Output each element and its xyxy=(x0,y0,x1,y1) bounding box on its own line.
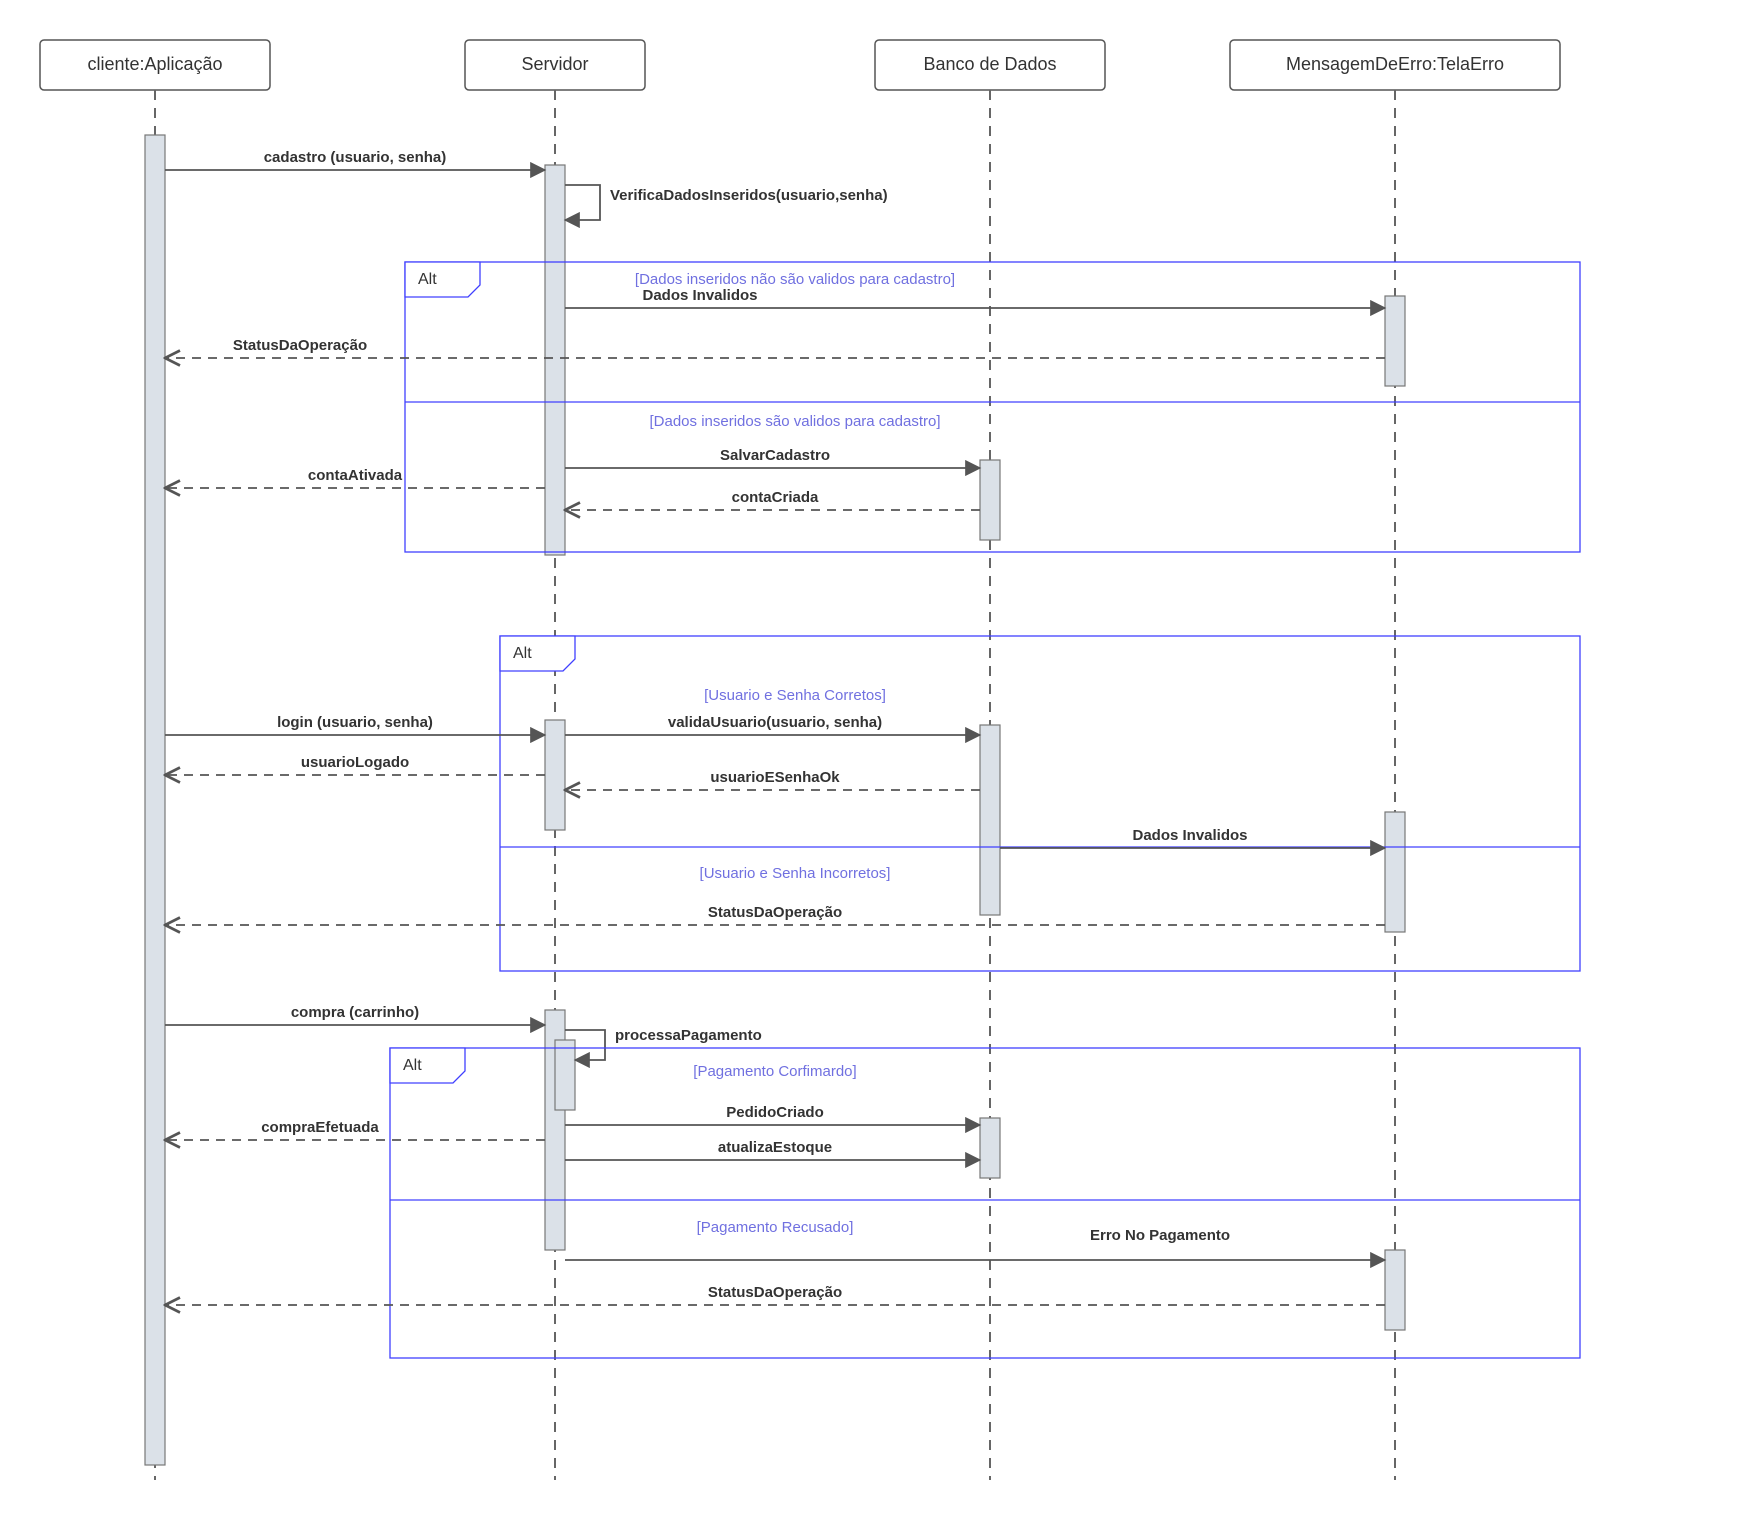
message-verifica: VerificaDadosInseridos(usuario,senha) xyxy=(565,185,888,220)
activation-bar xyxy=(145,135,165,1465)
svg-text:Dados Invalidos: Dados Invalidos xyxy=(642,287,757,304)
lifeline-label: MensagemDeErro:TelaErro xyxy=(1286,54,1504,74)
message-conta-ativada: contaAtivada xyxy=(165,467,545,488)
svg-text:atualizaEstoque: atualizaEstoque xyxy=(718,1139,832,1156)
svg-text:StatusDaOperação: StatusDaOperação xyxy=(233,337,367,354)
message-status-1: StatusDaOperação xyxy=(165,337,1385,358)
sequence-diagram: cliente:Aplicação Servidor Banco de Dado… xyxy=(0,0,1740,1520)
message-status-3: StatusDaOperação xyxy=(165,1284,1385,1305)
activation-bar xyxy=(545,165,565,555)
svg-text:VerificaDadosInseridos(usuario: VerificaDadosInseridos(usuario,senha) xyxy=(610,187,888,204)
svg-text:cadastro (usuario, senha): cadastro (usuario, senha) xyxy=(264,149,447,166)
activation-bar xyxy=(1385,1250,1405,1330)
activation-bar xyxy=(980,460,1000,540)
message-cadastro: cadastro (usuario, senha) xyxy=(165,149,545,170)
message-dados-invalidos-1: Dados Invalidos xyxy=(565,287,1385,308)
svg-text:login (usuario, senha): login (usuario, senha) xyxy=(277,714,433,731)
message-compra: compra (carrinho) xyxy=(165,1004,545,1025)
svg-text:compra (carrinho): compra (carrinho) xyxy=(291,1004,419,1021)
activation-bar xyxy=(980,725,1000,915)
svg-text:contaCriada: contaCriada xyxy=(732,489,819,506)
svg-text:SalvarCadastro: SalvarCadastro xyxy=(720,447,830,464)
guard-label: [Usuario e Senha Corretos] xyxy=(704,687,886,704)
message-erro-pagamento: Erro No Pagamento xyxy=(565,1227,1385,1260)
guard-label: [Dados inseridos são validos para cadast… xyxy=(650,413,941,430)
guard-label: [Dados inseridos não são validos para ca… xyxy=(635,271,955,288)
message-processa-pagamento: processaPagamento xyxy=(565,1027,762,1060)
svg-text:Dados Invalidos: Dados Invalidos xyxy=(1132,827,1247,844)
message-atualiza-estoque: atualizaEstoque xyxy=(565,1139,980,1160)
message-dados-invalidos-2: Dados Invalidos xyxy=(1000,827,1385,848)
activation-bar xyxy=(1385,296,1405,386)
svg-text:contaAtivada: contaAtivada xyxy=(308,467,403,484)
lifeline-label: Servidor xyxy=(521,54,588,74)
guard-label: [Pagamento Recusado] xyxy=(697,1219,854,1236)
svg-text:compraEfetuada: compraEfetuada xyxy=(261,1119,379,1136)
alt-fragment-login: Alt [Usuario e Senha Corretos] [Usuario … xyxy=(500,636,1580,971)
svg-text:Erro No Pagamento: Erro No Pagamento xyxy=(1090,1227,1230,1244)
svg-text:validaUsuario(usuario, senha): validaUsuario(usuario, senha) xyxy=(668,714,882,731)
svg-text:Alt: Alt xyxy=(403,1057,422,1074)
message-usuario-senha-ok: usuarioESenhaOk xyxy=(565,769,980,790)
svg-text:StatusDaOperação: StatusDaOperação xyxy=(708,904,842,921)
message-status-2: StatusDaOperação xyxy=(165,904,1385,925)
message-pedido-criado: PedidoCriado xyxy=(565,1104,980,1125)
svg-text:usuarioESenhaOk: usuarioESenhaOk xyxy=(710,769,840,786)
svg-text:Alt: Alt xyxy=(418,271,437,288)
svg-text:processaPagamento: processaPagamento xyxy=(615,1027,762,1044)
message-compra-efetuada: compraEfetuada xyxy=(165,1119,545,1140)
message-usuario-logado: usuarioLogado xyxy=(165,754,545,775)
message-salvar-cadastro: SalvarCadastro xyxy=(565,447,980,468)
svg-text:usuarioLogado: usuarioLogado xyxy=(301,754,409,771)
message-valida-usuario: validaUsuario(usuario, senha) xyxy=(565,714,980,735)
activation-bar xyxy=(1385,812,1405,932)
guard-label: [Pagamento Corfimardo] xyxy=(693,1063,856,1080)
guard-label: [Usuario e Senha Incorretos] xyxy=(700,865,891,882)
activation-bar xyxy=(555,1040,575,1110)
svg-text:PedidoCriado: PedidoCriado xyxy=(726,1104,824,1121)
svg-text:Alt: Alt xyxy=(513,645,532,662)
svg-text:StatusDaOperação: StatusDaOperação xyxy=(708,1284,842,1301)
message-conta-criada: contaCriada xyxy=(565,489,980,510)
activation-bar xyxy=(545,720,565,830)
lifeline-label: cliente:Aplicação xyxy=(87,54,222,74)
activation-bar xyxy=(980,1118,1000,1178)
lifeline-label: Banco de Dados xyxy=(923,54,1056,74)
message-login: login (usuario, senha) xyxy=(165,714,545,735)
